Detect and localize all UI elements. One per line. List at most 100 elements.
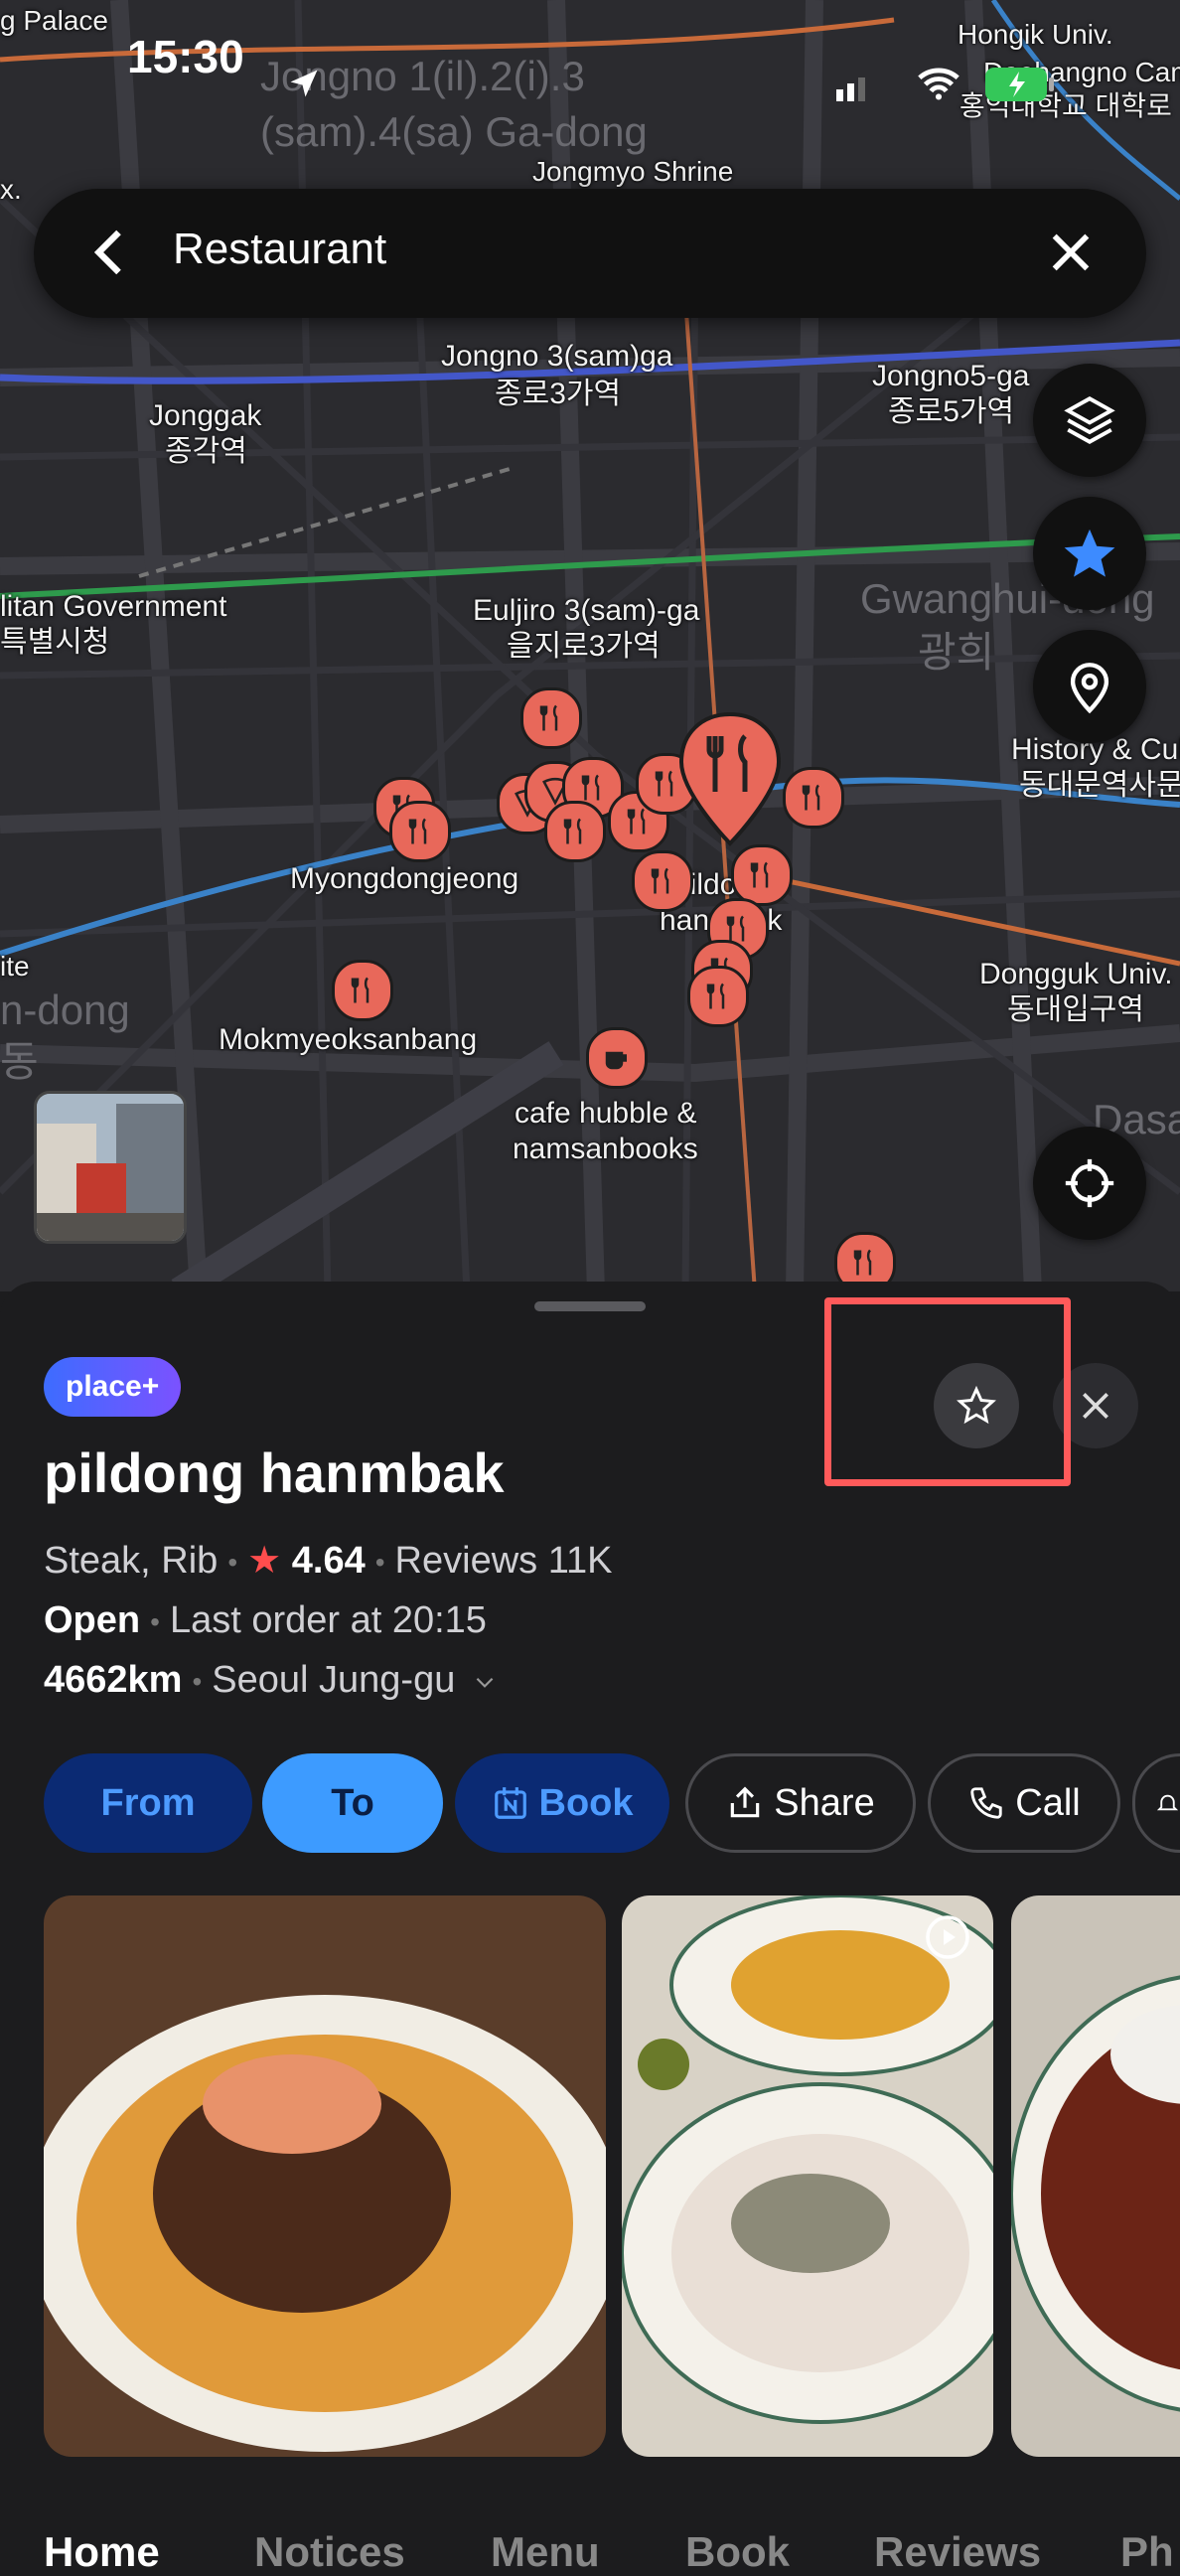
map-label: Hongik Univ. <box>958 19 1113 50</box>
location-arrow-icon <box>290 70 318 97</box>
street-view-thumbnail[interactable] <box>34 1091 187 1244</box>
station-label: Euljiro 3(sam)-ga <box>473 594 700 627</box>
fork-knife-icon <box>581 774 600 801</box>
last-order: Last order at 20:15 <box>169 1599 487 1641</box>
place-label: namsanbooks <box>513 1133 698 1165</box>
tab-photos[interactable]: Ph <box>1120 2528 1174 2576</box>
fork-knife-icon <box>853 1249 872 1276</box>
station-label: Dongguk Univ. <box>979 958 1173 990</box>
current-location-button[interactable] <box>1033 1127 1146 1240</box>
restaurant-pin[interactable] <box>783 767 844 829</box>
fork-knife-icon <box>539 704 558 731</box>
place-marker-button[interactable] <box>1033 630 1146 743</box>
wifi-icon <box>918 68 959 100</box>
share-icon <box>731 1786 760 1818</box>
place-photo[interactable] <box>1011 1895 1180 2457</box>
restaurant-pin[interactable] <box>520 687 582 749</box>
map-area-label: 광희 <box>918 629 995 676</box>
fork-knife-icon <box>706 983 725 1009</box>
restaurant-pin[interactable] <box>731 844 793 906</box>
food-photo-dishes <box>622 1895 993 2457</box>
map-area-label: n-dong <box>0 986 130 1033</box>
restaurant-pin[interactable] <box>544 801 606 862</box>
tab-notices[interactable]: Notices <box>254 2528 405 2576</box>
place-reviews[interactable]: Reviews 11K <box>395 1540 613 1582</box>
favorites-button[interactable] <box>1033 497 1146 610</box>
map-area-label: 동 <box>0 1038 39 1085</box>
from-button[interactable]: From <box>44 1753 252 1853</box>
place-photo[interactable] <box>622 1895 993 2457</box>
notify-button[interactable] <box>1132 1753 1180 1853</box>
book-button[interactable]: Book <box>455 1753 669 1853</box>
map-label: Jongmyo Shrine <box>532 156 734 187</box>
station-label: 을지로3가역 <box>507 630 661 663</box>
cafe-pin[interactable] <box>586 1027 648 1089</box>
restaurant-pin[interactable] <box>687 966 749 1027</box>
place-area: Seoul Jung-gu <box>212 1659 456 1701</box>
place-plus-badge: place+ <box>44 1357 182 1417</box>
action-button-row: From To Book Share Call <box>44 1753 1180 1853</box>
to-button[interactable]: To <box>262 1753 443 1853</box>
station-label: 동대문역사문 <box>1019 769 1180 802</box>
fork-knife-icon <box>802 784 820 811</box>
tab-home[interactable]: Home <box>44 2528 160 2576</box>
video-play-icon <box>926 1915 969 1959</box>
fork-knife-icon <box>351 977 369 1003</box>
station-label: litan Government <box>0 590 227 623</box>
map-label: g Palace <box>0 5 108 36</box>
tab-reviews[interactable]: Reviews <box>874 2528 1041 2576</box>
place-category: Steak, Rib <box>44 1540 219 1582</box>
tab-book[interactable]: Book <box>685 2528 790 2576</box>
crosshair-icon <box>1065 1158 1114 1208</box>
street-view-image <box>37 1094 184 1241</box>
station-label: Jongno 3(sam)ga <box>441 340 673 373</box>
place-hours-row[interactable]: Open • Last order at 20:15 <box>44 1599 487 1642</box>
search-query[interactable]: Restaurant <box>173 225 386 274</box>
station-label: Jonggak <box>149 399 262 432</box>
food-photo-steak <box>44 1895 606 2457</box>
from-label: From <box>100 1781 196 1824</box>
station-label: 종각역 <box>165 435 247 468</box>
calendar-n-icon <box>494 1787 526 1819</box>
map-label: x. <box>0 174 22 205</box>
layers-button[interactable] <box>1033 364 1146 477</box>
share-label: Share <box>774 1781 875 1824</box>
tab-bar: Home Notices Menu Book Reviews Ph <box>0 2528 1180 2575</box>
to-label: To <box>331 1781 374 1824</box>
status-time: 15:30 <box>127 31 244 82</box>
station-label: 종로5가역 <box>888 395 1015 428</box>
star-filled-icon <box>1064 529 1115 577</box>
selected-place-pin[interactable] <box>675 710 785 849</box>
open-status: Open <box>44 1599 141 1641</box>
cellular-signal-icon <box>836 77 865 101</box>
restaurant-pin[interactable] <box>332 960 393 1021</box>
fork-knife-icon <box>651 867 669 894</box>
station-label: Jongno5-ga <box>872 360 1030 392</box>
phone-icon <box>970 1787 1002 1819</box>
bell-icon <box>1156 1794 1179 1811</box>
place-category-row: Steak, Rib • ★ 4.64 • Reviews 11K <box>44 1540 613 1582</box>
highlight-box <box>824 1297 1071 1486</box>
station-label: 특별시청 <box>0 626 110 659</box>
place-label: Mokmyeoksanbang <box>219 1023 478 1056</box>
call-label: Call <box>1015 1781 1081 1824</box>
search-bar[interactable]: Restaurant <box>34 189 1146 318</box>
chevron-down-icon <box>476 1677 494 1688</box>
layers-icon <box>1064 396 1115 444</box>
place-rating: 4.64 <box>291 1540 366 1582</box>
share-button[interactable]: Share <box>685 1753 916 1853</box>
sheet-drag-handle[interactable] <box>534 1301 646 1311</box>
restaurant-pin[interactable] <box>389 801 451 862</box>
map-area-label: (sam).4(sa) Ga-dong <box>260 108 648 155</box>
call-button[interactable]: Call <box>928 1753 1120 1853</box>
station-label: 종로3가역 <box>495 378 622 410</box>
map-pin-icon <box>1070 663 1109 714</box>
restaurant-pin[interactable] <box>632 850 693 912</box>
fork-knife-icon <box>408 818 427 844</box>
close-icon[interactable] <box>1043 225 1099 280</box>
place-photo[interactable] <box>44 1895 606 2457</box>
tab-menu[interactable]: Menu <box>491 2528 600 2576</box>
place-location-row[interactable]: 4662km • Seoul Jung-gu <box>44 1659 498 1702</box>
back-arrow-icon[interactable] <box>81 223 141 282</box>
fork-knife-icon <box>563 818 582 844</box>
